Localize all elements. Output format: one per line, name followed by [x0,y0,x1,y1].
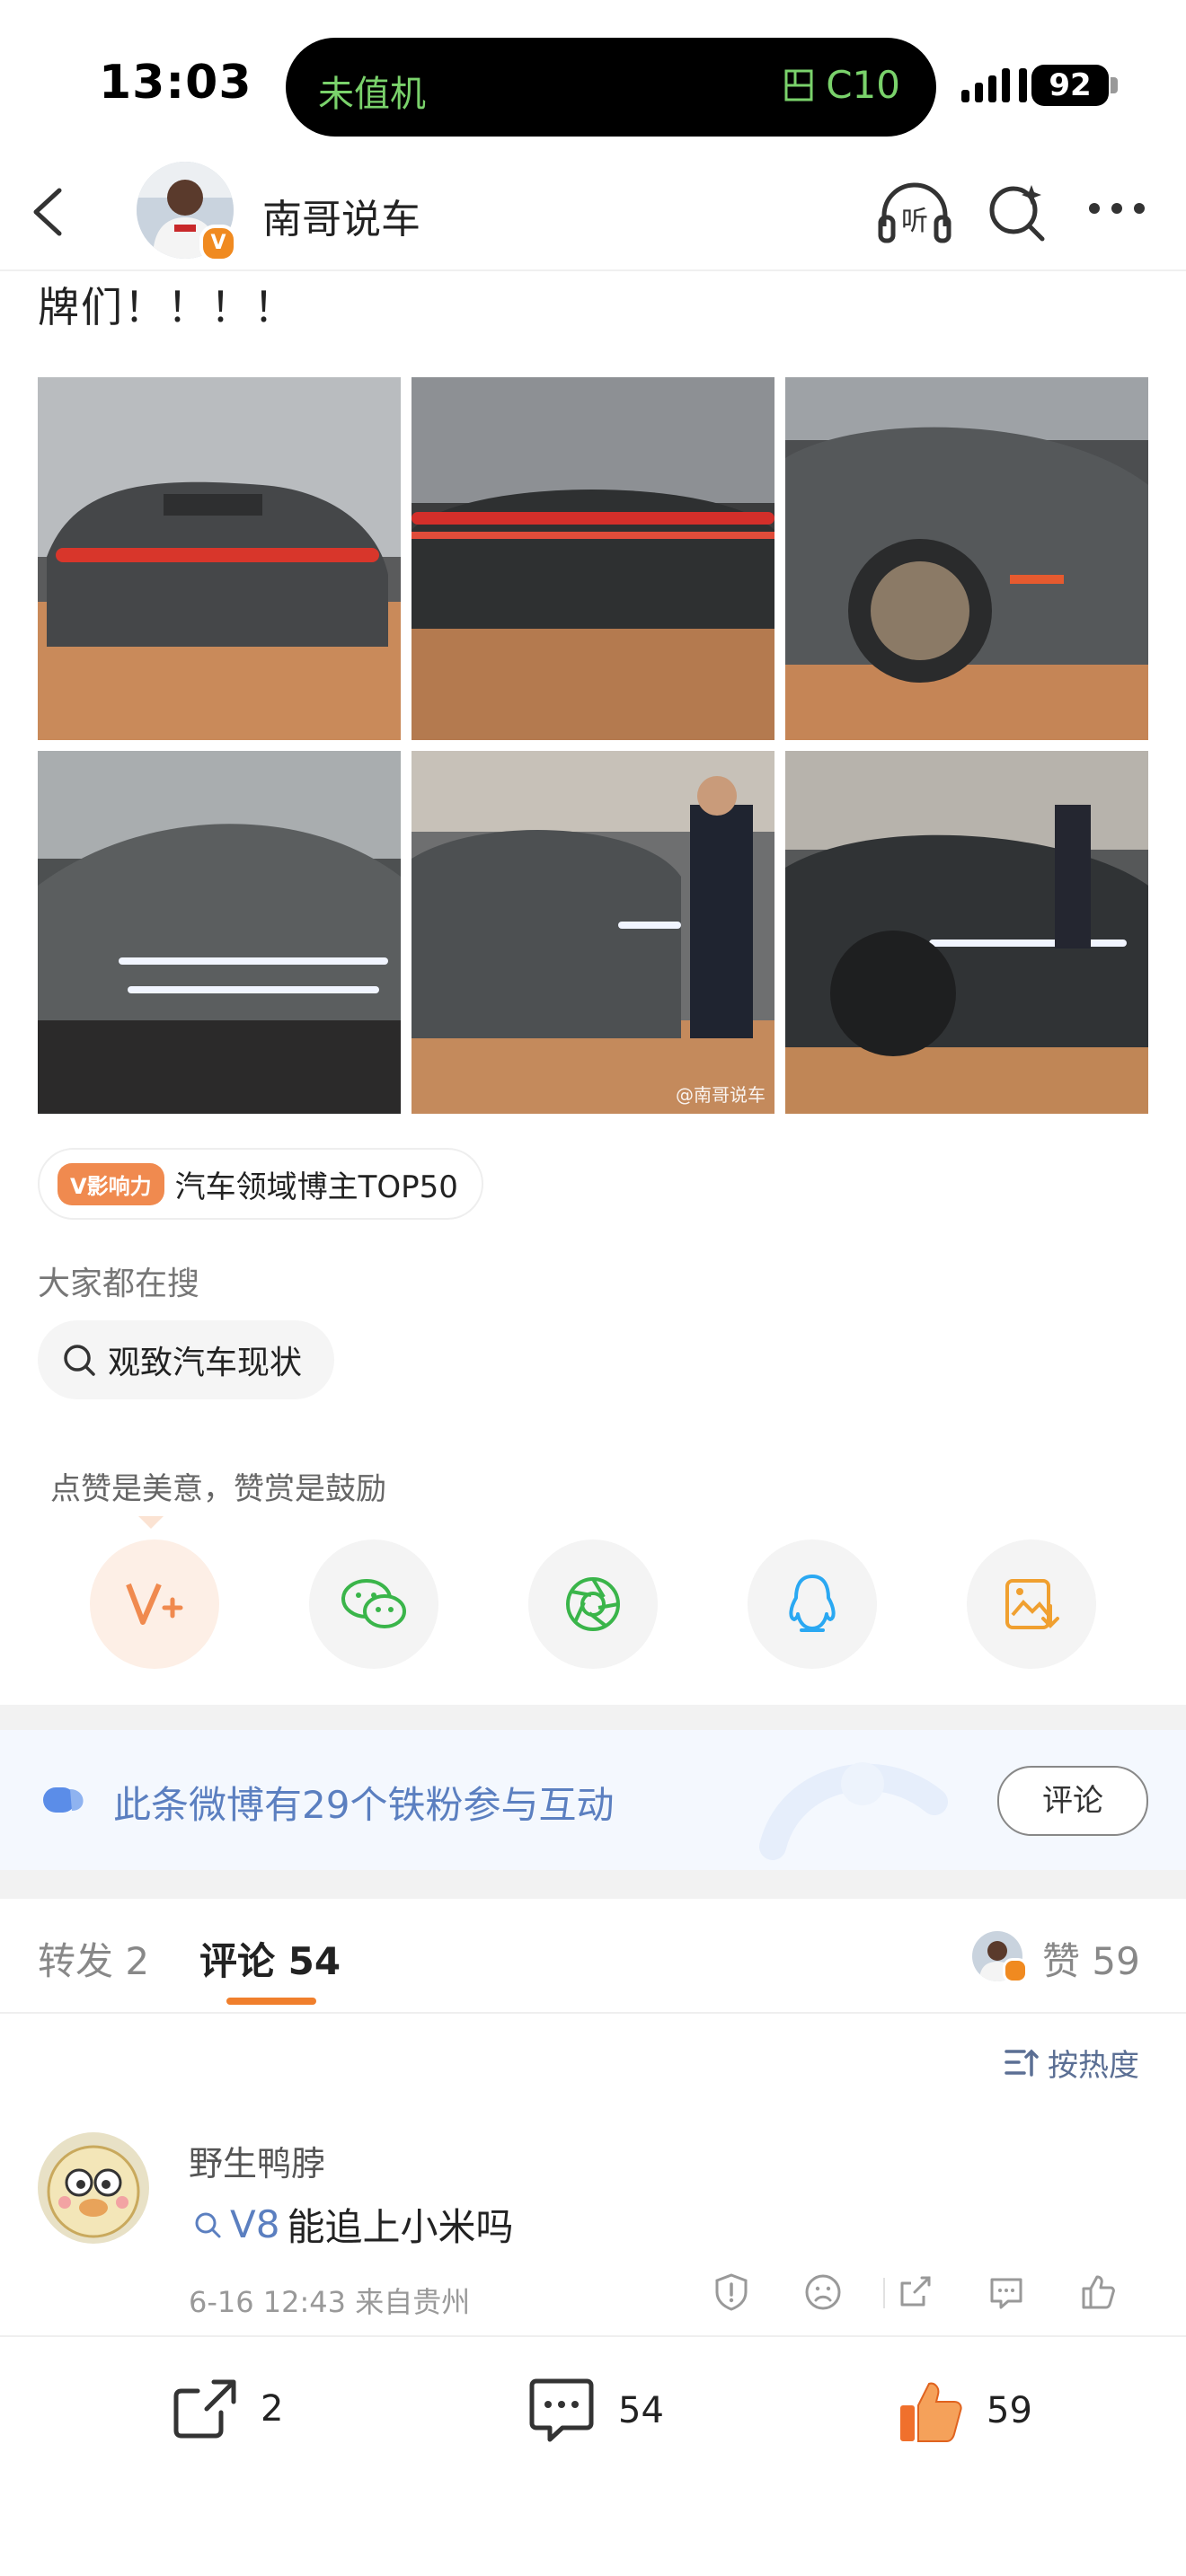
tabs-divider [0,2012,1186,2014]
post-photo-3[interactable] [785,377,1148,740]
share-qq-button[interactable] [748,1539,877,1669]
thumbs-up-icon [900,2382,962,2442]
post-photo-1[interactable] [38,377,401,740]
hint-pointer [138,1516,164,1529]
comment-like-icon[interactable] [1078,2272,1118,2312]
topic-search-icon [195,2212,221,2237]
tab-reposts[interactable]: 转发 2 [38,1931,149,1986]
flight-status: 未值机 [318,74,426,115]
share-wechat-button[interactable] [309,1539,438,1669]
like-button[interactable]: 59 [897,2377,1032,2445]
qq-penguin-icon [789,1575,836,1632]
tab-likes[interactable]: 赞 59 [1042,1931,1140,1986]
reward-hint: 点赞是美意，赞赏是鼓励 [50,1471,386,1507]
section-divider [0,1705,1186,1730]
comment-meta: 6-16 12:43 来自贵州 [189,2285,471,2319]
comment-share-icon[interactable] [895,2272,934,2312]
verified-badge-icon: V [199,225,237,262]
post-photo-6[interactable] [785,751,1148,1114]
trending-search-label: 观致汽车现状 [108,1345,303,1381]
influence-badge: V影响力 [58,1162,164,1205]
photo-watermark: @南哥说车 [676,1084,766,1106]
more-button[interactable] [1087,201,1146,216]
fan-comment-button[interactable]: 评论 [997,1766,1148,1836]
repost-count: 2 [261,2388,284,2430]
comment-button[interactable]: 54 [527,2377,664,2445]
moments-aperture-icon [566,1577,620,1631]
repost-button[interactable]: 2 [171,2377,283,2441]
battery-cap [1111,77,1118,93]
flight-gate: C10 [783,63,900,107]
search-button[interactable] [985,180,1048,243]
search-sparkle-icon [989,185,1045,242]
svg-text:听: 听 [901,206,928,237]
influence-tag-label: 汽车领域博主TOP50 [174,1169,458,1205]
dislike-face-icon[interactable] [803,2272,843,2312]
section-divider-2 [0,1870,1186,1899]
comment-topic-link[interactable]: V8 [230,2202,279,2246]
search-icon [64,1345,95,1376]
cellular-signal-icon [961,68,1027,102]
back-button[interactable] [27,185,66,239]
reply-icon[interactable] [987,2272,1026,2312]
v-plus-icon [126,1583,183,1625]
bottom-bar-divider [0,2335,1186,2337]
like-count: 59 [987,2390,1032,2431]
listen-button[interactable]: 听 [877,180,952,246]
wechat-icon [341,1579,406,1628]
headphones-icon: 听 [878,182,951,243]
report-icon[interactable] [712,2272,751,2312]
share-moments-button[interactable] [528,1539,658,1669]
comment-actions [712,2272,1118,2312]
commenter-avatar[interactable] [38,2132,149,2244]
battery-indicator: 92 [1031,65,1109,106]
trending-search-title: 大家都在搜 [38,1266,200,1302]
author-name[interactable]: 南哥说车 [262,187,420,244]
active-tab-indicator [226,1998,316,2005]
image-download-icon [1005,1579,1059,1629]
gate-icon [784,69,813,101]
gate-label: C10 [826,63,900,107]
post-photo-5[interactable]: @南哥说车 [412,751,774,1114]
more-dots-icon [1089,203,1145,214]
comment-text: V8 能追上小米吗 [192,2197,513,2252]
save-image-button[interactable] [967,1539,1096,1669]
fan-interaction-text: 此条微博有29个铁粉参与互动 [113,1783,615,1827]
actions-separator [883,2278,885,2308]
chevron-left-icon [33,188,62,236]
fan-icon [41,1784,90,1816]
commenter-name[interactable]: 野生鸭脖 [189,2136,325,2185]
sort-label: 按热度 [1048,2048,1139,2084]
comment-bubble-icon [529,2378,594,2442]
influence-tag[interactable]: V影响力 汽车领域博主TOP50 [38,1148,483,1220]
liker-verified-icon [1003,1958,1028,1983]
post-text: 牌们！！！！ [38,283,296,331]
reward-button[interactable] [90,1539,219,1669]
repost-icon [173,2379,236,2439]
comment-count: 54 [618,2390,664,2431]
status-time: 13:03 [99,56,252,110]
comment-body: 能追上小米吗 [287,2205,514,2249]
sort-by-hot[interactable]: 按热度 [1005,2041,1139,2085]
dynamic-island: 未值机 C10 [286,38,936,137]
trending-search-chip[interactable]: 观致汽车现状 [38,1320,335,1399]
post-photo-2[interactable] [412,377,774,740]
post-photo-4[interactable] [38,751,401,1114]
sort-icon [1005,2049,1039,2077]
tab-comments[interactable]: 评论 54 [199,1931,341,1986]
